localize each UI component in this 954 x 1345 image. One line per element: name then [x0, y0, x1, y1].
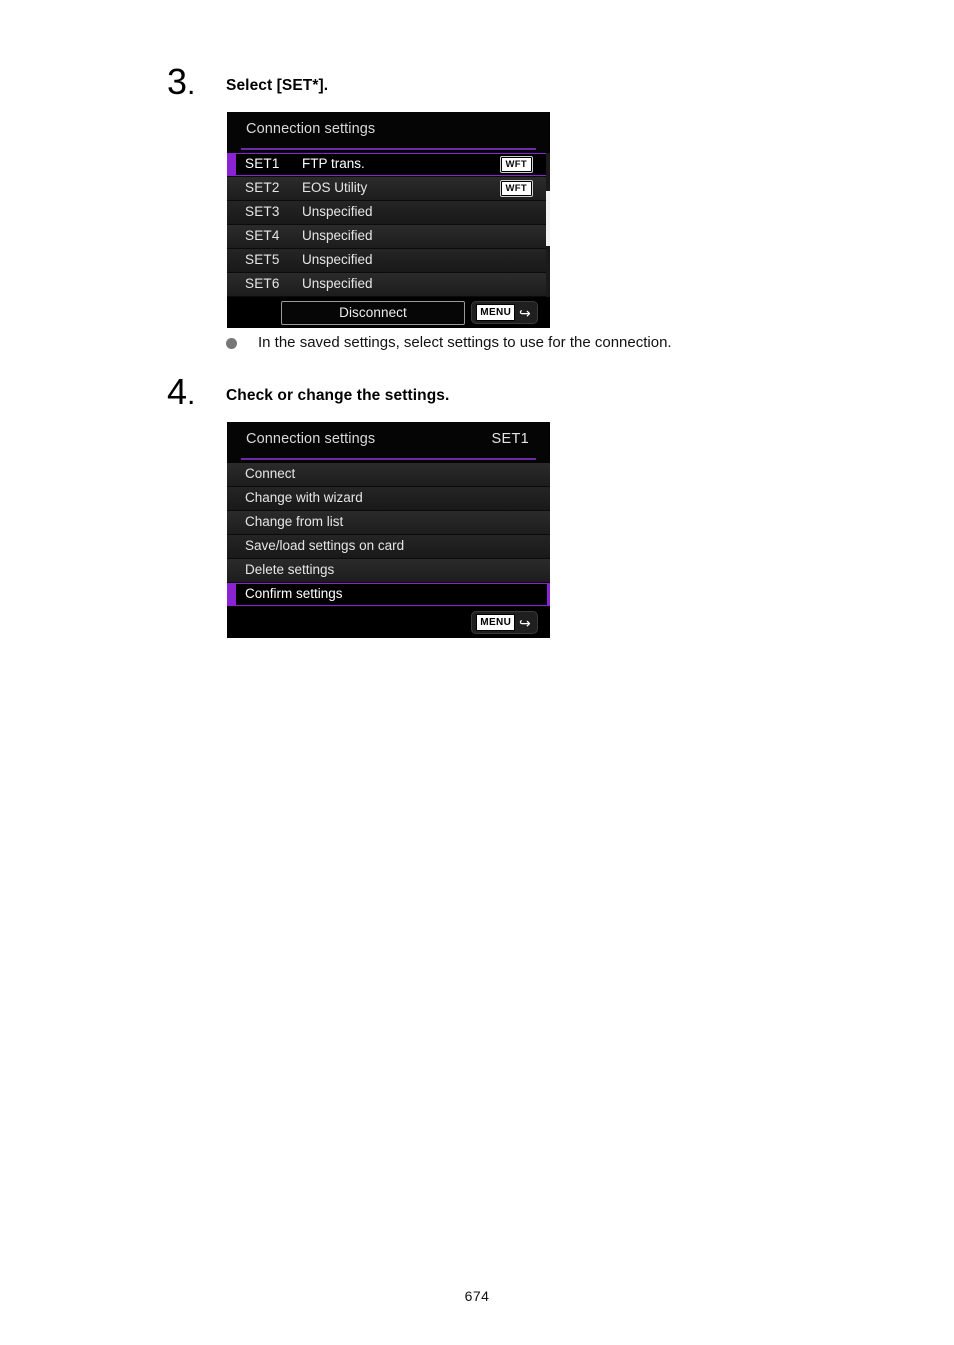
- list-item-slot: SET3: [245, 204, 280, 219]
- list-item-set4[interactable]: SET4 Unspecified: [227, 225, 550, 249]
- menu-item-label: Delete settings: [245, 562, 335, 577]
- list-item-slot: SET4: [245, 228, 280, 243]
- scrollbar-thumb[interactable]: [546, 191, 550, 246]
- disconnect-button[interactable]: Disconnect: [281, 301, 465, 325]
- step-3-heading: 3. Select [SET*].: [0, 62, 954, 106]
- list-item-set6[interactable]: SET6 Unspecified: [227, 273, 550, 297]
- menu-item-label: Save/load settings on card: [245, 538, 405, 553]
- screen-title: Connection settings: [246, 121, 376, 137]
- list-item-set3[interactable]: SET3 Unspecified: [227, 201, 550, 225]
- step-3-title: Select [SET*].: [226, 77, 329, 94]
- list-item-value: EOS Utility: [302, 180, 368, 195]
- step-4-heading: 4. Check or change the settings.: [0, 372, 954, 416]
- menu-item-label: Change with wizard: [245, 490, 363, 505]
- list-item-slot: SET5: [245, 252, 280, 267]
- bullet-icon: [226, 338, 237, 349]
- list-item-set5[interactable]: SET5 Unspecified: [227, 249, 550, 273]
- step-3-block: 3. Select [SET*].: [0, 62, 954, 106]
- screen-footer: MENU ↩: [227, 607, 550, 638]
- page-number: 674: [464, 1288, 490, 1304]
- list-item-slot: SET6: [245, 276, 280, 291]
- step-4-block: 4. Check or change the settings.: [0, 372, 954, 416]
- step-4-number: 4.: [167, 371, 196, 412]
- menu-item-delete-settings[interactable]: Delete settings: [227, 559, 550, 583]
- menu-item-confirm-settings[interactable]: Confirm settings: [227, 583, 550, 607]
- menu-item-connect[interactable]: Connect: [227, 463, 550, 487]
- step-4-title: Check or change the settings.: [226, 387, 450, 404]
- step-3-note-text: In the saved settings, select settings t…: [258, 334, 672, 351]
- screen-header-set: SET1: [491, 431, 529, 447]
- camera-screen-connection-settings-detail: Connection settings SET1 Connect Change …: [227, 422, 550, 638]
- list-item-value: Unspecified: [302, 228, 373, 243]
- list-item-value: Unspecified: [302, 276, 373, 291]
- settings-list: SET1 FTP trans. WFT SET2 EOS Utility WFT…: [227, 153, 550, 297]
- step-3-note: In the saved settings, select settings t…: [226, 333, 906, 353]
- screen-footer: Disconnect MENU ↩: [227, 297, 550, 328]
- step-3-number: 3.: [167, 61, 196, 102]
- menu-item-change-with-wizard[interactable]: Change with wizard: [227, 487, 550, 511]
- return-arrow-icon: ↩: [519, 614, 531, 631]
- wft-badge-icon: WFT: [500, 181, 532, 196]
- menu-label: MENU: [476, 304, 516, 321]
- camera-screen-connection-settings-list: Connection settings SET1 FTP trans. WFT …: [227, 112, 550, 328]
- menu-return-button[interactable]: MENU ↩: [471, 611, 538, 634]
- list-item-value: FTP trans.: [302, 156, 365, 171]
- menu-item-label: Confirm settings: [245, 586, 343, 601]
- list-item-slot: SET2: [245, 180, 280, 195]
- list-item-set1[interactable]: SET1 FTP trans. WFT: [227, 153, 550, 177]
- header-underline: [241, 148, 536, 150]
- settings-menu-list: Connect Change with wizard Change from l…: [227, 463, 550, 607]
- menu-item-label: Change from list: [245, 514, 344, 529]
- list-item-set2[interactable]: SET2 EOS Utility WFT: [227, 177, 550, 201]
- wft-badge-icon: WFT: [500, 157, 532, 172]
- list-item-slot: SET1: [245, 156, 280, 171]
- return-arrow-icon: ↩: [519, 304, 531, 321]
- screen-title: Connection settings: [246, 431, 376, 447]
- list-item-value: Unspecified: [302, 252, 373, 267]
- menu-return-button[interactable]: MENU ↩: [471, 301, 538, 324]
- menu-label: MENU: [476, 614, 516, 631]
- screen-header: Connection settings: [227, 112, 550, 153]
- header-underline: [241, 458, 536, 460]
- list-item-value: Unspecified: [302, 204, 373, 219]
- screen-header: Connection settings SET1: [227, 422, 550, 463]
- menu-item-label: Connect: [245, 466, 296, 481]
- menu-item-change-from-list[interactable]: Change from list: [227, 511, 550, 535]
- menu-item-save-load-settings-on-card[interactable]: Save/load settings on card: [227, 535, 550, 559]
